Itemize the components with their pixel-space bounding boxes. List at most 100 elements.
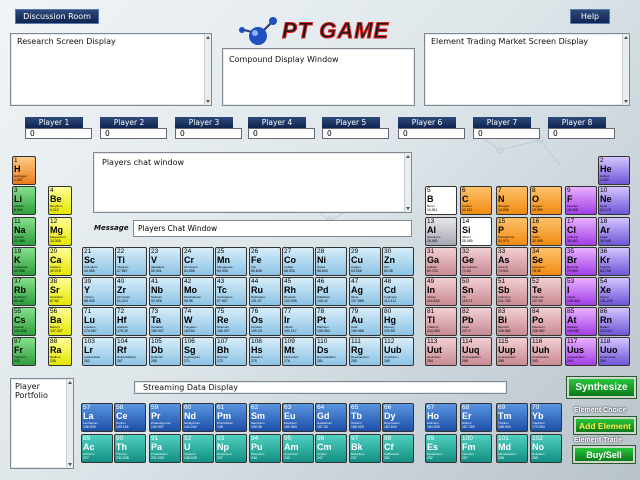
- element-cf[interactable]: 98 Cf Californium 251: [382, 434, 414, 463]
- element-mo[interactable]: 42 Mo Molybdenum 95.96: [182, 277, 214, 306]
- element-hg[interactable]: 80 Hg Mercury 200.59: [382, 307, 414, 336]
- element-b[interactable]: 5 B Boron 10.811: [425, 186, 457, 215]
- player-4-score[interactable]: 0: [248, 128, 315, 139]
- element-no[interactable]: 102 No Nobelium 259: [530, 434, 562, 463]
- element-pm[interactable]: 61 Pm Promethium 145: [215, 403, 247, 432]
- element-ds[interactable]: 110 Ds Darmstadtium 281: [315, 337, 347, 366]
- element-be[interactable]: 4 Be Beryllium 9.012: [48, 186, 72, 215]
- element-db[interactable]: 105 Db Dubnium 268: [149, 337, 181, 366]
- element-ga[interactable]: 31 Ga Gallium 69.723: [425, 247, 457, 276]
- element-sr[interactable]: 38 Sr Strontium 87.62: [48, 277, 72, 306]
- element-am[interactable]: 95 Am Americium 243: [282, 434, 314, 463]
- element-uus[interactable]: 117 Uus Ununseptium 294: [565, 337, 597, 366]
- element-pb[interactable]: 82 Pb Lead 207.2: [460, 307, 492, 336]
- element-he[interactable]: 2 He Helium 4.002: [598, 156, 630, 185]
- element-mg[interactable]: 12 Mg Magnesium 24.305: [48, 217, 72, 246]
- element-pt[interactable]: 78 Pt Platinum 195.084: [315, 307, 347, 336]
- research-scrollbar[interactable]: [204, 34, 211, 105]
- element-na[interactable]: 11 Na Sodium 22.989: [12, 217, 36, 246]
- element-sg[interactable]: 106 Sg Seaborgium 271: [182, 337, 214, 366]
- element-sc[interactable]: 21 Sc Scandium 44.955: [82, 247, 114, 276]
- chat-scrollbar[interactable]: [404, 153, 411, 212]
- element-nb[interactable]: 41 Nb Niobium 92.906: [149, 277, 181, 306]
- element-at[interactable]: 85 At Astatine 209.987: [565, 307, 597, 336]
- player-5-score[interactable]: 0: [322, 128, 389, 139]
- element-n[interactable]: 7 N Nitrogen 14.006: [496, 186, 528, 215]
- element-tb[interactable]: 65 Tb Terbium 158.925: [349, 403, 381, 432]
- element-c[interactable]: 6 C Carbon 12.011: [460, 186, 492, 215]
- player-portfolio[interactable]: Player Portfolio: [10, 378, 74, 469]
- element-ca[interactable]: 20 Ca Calcium 40.078: [48, 247, 72, 276]
- message-input[interactable]: Players Chat Window: [133, 220, 412, 237]
- element-y[interactable]: 39 Y Yttrium 88.905: [82, 277, 114, 306]
- element-sn[interactable]: 50 Sn Tin 118.71: [460, 277, 492, 306]
- element-uuo[interactable]: 118 Uuo Ununoctium 294: [598, 337, 630, 366]
- element-rn[interactable]: 86 Rn Radon 222.017: [598, 307, 630, 336]
- compound-display-window[interactable]: Compound Display Window: [222, 48, 415, 106]
- element-dy[interactable]: 66 Dy Dysprosium 162.500: [382, 403, 414, 432]
- player-1-score[interactable]: 0: [25, 128, 92, 139]
- element-h[interactable]: 1 H Hydrogen 1.007: [12, 156, 36, 185]
- element-eu[interactable]: 63 Eu Europium 151.964: [282, 403, 314, 432]
- element-rf[interactable]: 104 Rf Rutherfordium 267: [115, 337, 147, 366]
- element-fm[interactable]: 100 Fm Fermium 257: [460, 434, 492, 463]
- element-trading-market-display[interactable]: Element Trading Market Screen Display: [424, 33, 630, 106]
- element-ir[interactable]: 77 Ir Iridium 192.217: [282, 307, 314, 336]
- element-re[interactable]: 75 Re Rhenium 186.207: [215, 307, 247, 336]
- element-se[interactable]: 34 Se Selenium 78.96: [530, 247, 562, 276]
- player-8-score[interactable]: 0: [548, 128, 615, 139]
- element-uuq[interactable]: 114 Uuq Ununquadium 289: [460, 337, 492, 366]
- element-xe[interactable]: 54 Xe Xenon 131.293: [598, 277, 630, 306]
- element-uuh[interactable]: 116 Uuh Ununhexium 293: [530, 337, 562, 366]
- element-es[interactable]: 99 Es Einsteinium 252: [425, 434, 457, 463]
- element-as[interactable]: 33 As Arsenic 74.921: [496, 247, 528, 276]
- element-uub[interactable]: 112 Uub Ununbium 285: [382, 337, 414, 366]
- element-hf[interactable]: 72 Hf Hafnium 178.49: [115, 307, 147, 336]
- element-ti[interactable]: 22 Ti Titanium 47.867: [115, 247, 147, 276]
- element-co[interactable]: 27 Co Cobalt 58.933: [282, 247, 314, 276]
- element-bh[interactable]: 107 Bh Bohrium 272: [215, 337, 247, 366]
- player-2-score[interactable]: 0: [100, 128, 167, 139]
- element-p[interactable]: 15 P Phosphorus 30.973: [496, 217, 528, 246]
- players-chat-window[interactable]: Players chat window: [93, 152, 412, 213]
- element-ho[interactable]: 67 Ho Holmium 164.930: [425, 403, 457, 432]
- element-ac[interactable]: 89 Ac Actinium 227: [81, 434, 113, 463]
- element-cu[interactable]: 29 Cu Copper 63.546: [349, 247, 381, 276]
- element-ta[interactable]: 73 Ta Tantalum 180.947: [149, 307, 181, 336]
- element-lu[interactable]: 71 Lu Lutetium 174.967: [82, 307, 114, 336]
- element-bk[interactable]: 97 Bk Berkelium 247: [349, 434, 381, 463]
- synthesize-button[interactable]: Synthesize: [567, 377, 636, 398]
- element-cr[interactable]: 24 Cr Chromium 51.996: [182, 247, 214, 276]
- element-kr[interactable]: 36 Kr Krypton 83.798: [598, 247, 630, 276]
- element-sb[interactable]: 51 Sb Antimony 121.760: [496, 277, 528, 306]
- element-ba[interactable]: 56 Ba Barium 137.327: [48, 307, 72, 336]
- player-6-score[interactable]: 0: [398, 128, 465, 139]
- element-si[interactable]: 14 Si Silicon 28.085: [460, 217, 492, 246]
- add-element-button[interactable]: Add Element: [574, 417, 636, 434]
- element-k[interactable]: 19 K Potassium 39.098: [12, 247, 36, 276]
- element-tc[interactable]: 43 Tc Technetium 97.907: [215, 277, 247, 306]
- element-yb[interactable]: 70 Yb Ytterbium 173.054: [530, 403, 562, 432]
- element-ar[interactable]: 18 Ar Argon 39.948: [598, 217, 630, 246]
- element-cd[interactable]: 48 Cd Cadmium 112.411: [382, 277, 414, 306]
- element-uut[interactable]: 113 Uut Ununtrium 284: [425, 337, 457, 366]
- element-pr[interactable]: 59 Pr Praseodymium 140.907: [149, 403, 181, 432]
- element-br[interactable]: 35 Br Bromine 79.904: [565, 247, 597, 276]
- element-s[interactable]: 16 S Sulfur 32.065: [530, 217, 562, 246]
- element-tl[interactable]: 81 Tl Thallium 204.383: [425, 307, 457, 336]
- element-fe[interactable]: 26 Fe Iron 55.845: [249, 247, 281, 276]
- element-pa[interactable]: 91 Pa Protactinium 231.035: [149, 434, 181, 463]
- element-er[interactable]: 68 Er Erbium 167.259: [460, 403, 492, 432]
- element-os[interactable]: 76 Os Osmium 190.23: [249, 307, 281, 336]
- element-rb[interactable]: 37 Rb Rubidium 85.467: [12, 277, 36, 306]
- portfolio-scrollbar[interactable]: [66, 379, 73, 468]
- element-au[interactable]: 79 Au Gold 196.966: [349, 307, 381, 336]
- element-mt[interactable]: 109 Mt Meitnerium 276: [282, 337, 314, 366]
- element-uup[interactable]: 115 Uup Ununpentium 288: [496, 337, 528, 366]
- element-la[interactable]: 57 La Lanthanum 138.905: [81, 403, 113, 432]
- element-md[interactable]: 101 Md Mendelevium 258: [496, 434, 528, 463]
- element-v[interactable]: 23 V Vanadium 50.941: [149, 247, 181, 276]
- element-np[interactable]: 93 Np Neptunium 237: [215, 434, 247, 463]
- element-th[interactable]: 90 Th Thorium 232.038: [114, 434, 146, 463]
- element-pd[interactable]: 46 Pd Palladium 106.42: [315, 277, 347, 306]
